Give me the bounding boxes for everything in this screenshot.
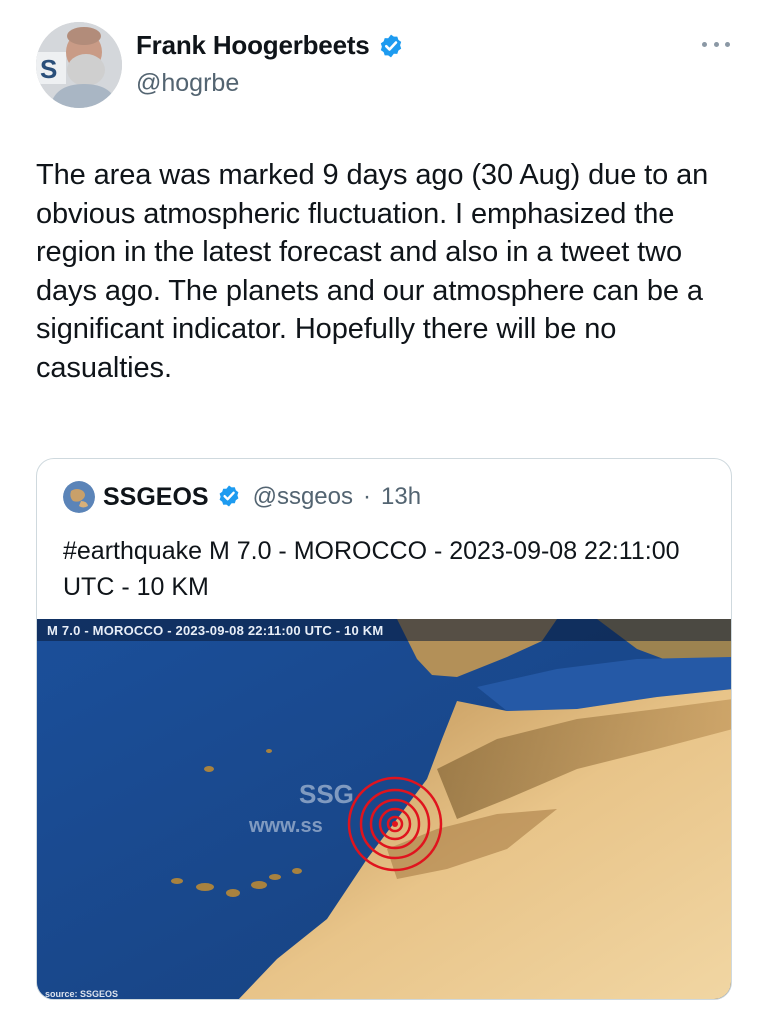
author-handle[interactable]: @hogrbe bbox=[136, 69, 404, 98]
epicenter-point bbox=[392, 821, 398, 827]
more-dot bbox=[702, 41, 707, 47]
map-watermark-logo: SSG bbox=[299, 779, 354, 809]
map-watermark-url: www.ss bbox=[249, 815, 323, 837]
tweet-header: S Frank Hoogerbeets @hogrbe bbox=[36, 22, 736, 112]
verified-badge-icon bbox=[378, 33, 404, 59]
meta-separator: · bbox=[363, 483, 371, 510]
author-name[interactable]: Frank Hoogerbeets bbox=[136, 30, 370, 61]
map-graphic bbox=[37, 619, 731, 999]
author-info: Frank Hoogerbeets @hogrbe bbox=[136, 30, 404, 98]
map-source-footer: source: SSGEOS bbox=[45, 989, 119, 999]
quoted-timestamp[interactable]: 13h bbox=[381, 483, 421, 511]
avatar-logo-letter: S bbox=[40, 54, 57, 84]
quoted-tweet-text: #earthquake M 7.0 - MOROCCO - 2023-09-08… bbox=[63, 537, 680, 601]
more-options-icon[interactable] bbox=[696, 32, 736, 56]
verified-badge-icon bbox=[217, 484, 243, 510]
quoted-author-handle[interactable]: @ssgeos bbox=[253, 483, 353, 511]
quoted-tweet-card[interactable]: SSGEOS @ssgeos · 13h #earthquake M 7.0 -… bbox=[36, 458, 732, 1000]
quoted-author-avatar[interactable] bbox=[63, 481, 95, 513]
quoted-tweet-header: SSGEOS @ssgeos · 13h bbox=[63, 481, 421, 513]
author-avatar[interactable]: S bbox=[36, 22, 122, 108]
quoted-author-name[interactable]: SSGEOS bbox=[103, 483, 209, 512]
earthquake-map-image[interactable]: M 7.0 - MOROCCO - 2023-09-08 22:11:00 UT… bbox=[37, 619, 731, 999]
more-dot bbox=[713, 41, 719, 47]
map-caption: M 7.0 - MOROCCO - 2023-09-08 22:11:00 UT… bbox=[47, 623, 384, 638]
more-dot bbox=[725, 41, 730, 47]
tweet-text: The area was marked 9 days ago (30 Aug) … bbox=[36, 159, 709, 384]
